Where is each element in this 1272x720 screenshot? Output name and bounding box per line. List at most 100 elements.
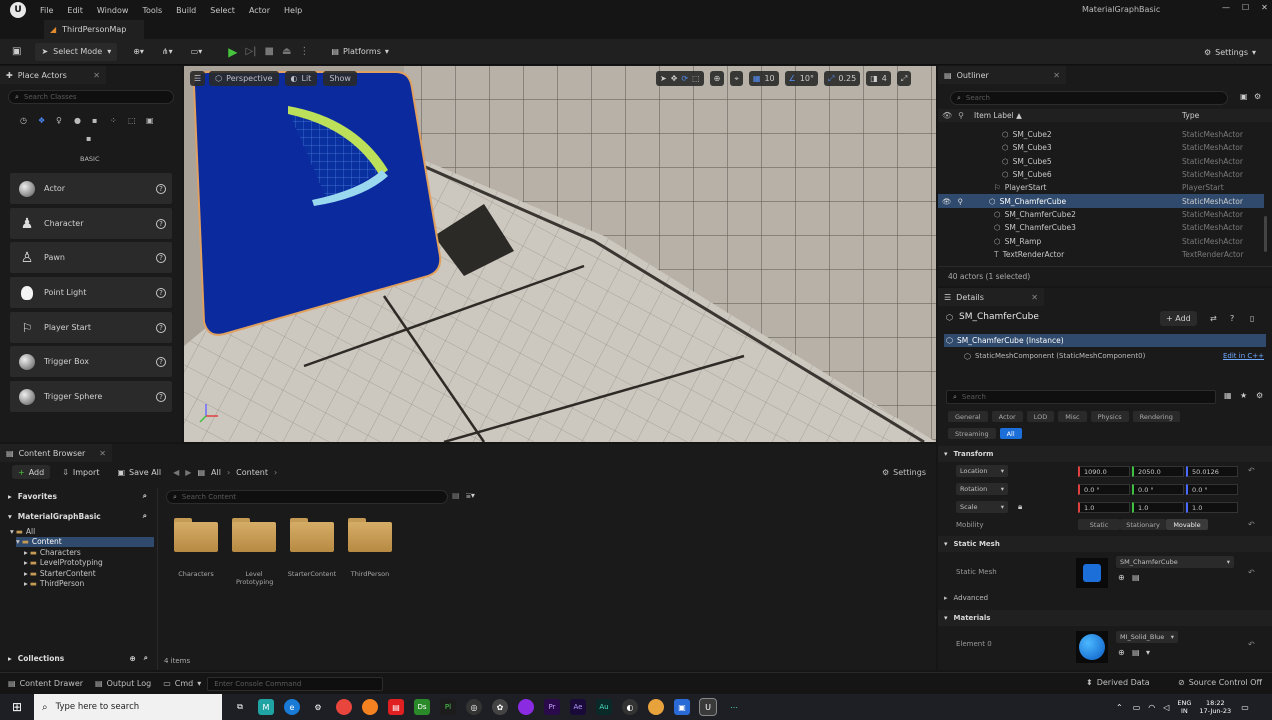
collections-header[interactable]: ▸ Collections ⊕ ⌕ — [0, 650, 158, 666]
maximize-viewport-button[interactable]: ⤢ — [896, 71, 912, 86]
scale-dropdown[interactable]: Scale ▾ — [956, 501, 1008, 513]
forward-icon[interactable]: ▶ — [185, 468, 191, 477]
transform-tools[interactable]: ➤ ✥ ⟳ ⬚ — [656, 71, 704, 86]
add-collection-icon[interactable]: ⊕ — [130, 654, 136, 663]
surface-snap-button[interactable]: ⌖ — [730, 71, 743, 86]
import-button[interactable]: ⇩ Import — [56, 465, 105, 479]
filter-all[interactable]: All — [999, 428, 1022, 439]
close-icon[interactable]: ✕ — [99, 449, 106, 458]
static-mesh-section[interactable]: ▾ Static Mesh — [938, 536, 1272, 552]
favorites-header[interactable]: ▸ Favorites ⌕ — [0, 488, 157, 504]
mobility-stationary[interactable]: Stationary — [1120, 519, 1166, 530]
audition-icon[interactable]: Au — [596, 699, 612, 715]
add-button[interactable]: + Add — [12, 465, 51, 479]
material-picker[interactable]: MI_Solid_Blue ▾ — [1116, 631, 1178, 643]
daz-studio-icon[interactable]: Ds — [414, 699, 430, 715]
lights-icon[interactable]: ♀ — [56, 116, 74, 125]
app-misc-icon[interactable]: ⋯ — [726, 699, 742, 715]
chevron-up-icon[interactable]: ⌃ — [1116, 703, 1123, 712]
outliner-row[interactable]: ⬡ SM_Cube3 StaticMeshActor — [938, 141, 1264, 154]
task-view-icon[interactable]: ⧉ — [232, 699, 248, 715]
trigger-sphere-item[interactable]: Trigger Sphere? — [10, 381, 172, 412]
outliner-row[interactable]: ⬡ SM_Ramp StaticMeshActor — [938, 234, 1264, 247]
play-icon[interactable]: ▶ — [228, 45, 237, 59]
add-component-button[interactable]: + Add — [1160, 311, 1197, 326]
scale-tool-icon[interactable]: ⬚ — [692, 74, 700, 83]
table-view-icon[interactable]: ▦ — [1224, 391, 1232, 400]
menu-item-actor[interactable]: Actor — [249, 6, 270, 15]
davinci-icon[interactable]: ✿ — [492, 699, 508, 715]
filter-rendering[interactable]: Rendering — [1132, 411, 1180, 422]
help-icon[interactable]: ? — [156, 287, 166, 298]
blueprint-button[interactable]: ⋔▾ — [156, 43, 179, 61]
pawn-item[interactable]: ♙ Pawn? — [10, 242, 172, 273]
content-settings-button[interactable]: ⚙ Settings — [882, 468, 926, 477]
filter-actor[interactable]: Actor — [991, 411, 1023, 422]
help-icon[interactable]: ? — [1230, 314, 1234, 323]
rotation-dropdown[interactable]: Rotation ▾ — [956, 483, 1008, 495]
notification-icon[interactable]: ▭ — [1241, 703, 1249, 712]
mobility-static[interactable]: Static — [1078, 519, 1120, 530]
windows-start-icon[interactable]: ⊞ — [12, 700, 30, 714]
cinematic-icon[interactable]: ▪ — [92, 116, 110, 125]
outliner-row[interactable]: ⬡ SM_ChamferCube3 StaticMeshActor — [938, 221, 1264, 234]
tree-item-startercontent[interactable]: ▸ ▬ StarterContent — [24, 568, 157, 579]
camera-speed-button[interactable]: ◨ 4 — [866, 71, 891, 86]
platforms-button[interactable]: ▤ Platforms ▾ — [325, 43, 394, 61]
static-mesh-picker[interactable]: SM_ChamferCube ▾ — [1116, 556, 1234, 568]
location-z-field[interactable]: 50.0126 — [1186, 466, 1238, 477]
folder-tile[interactable]: Level Prototyping — [224, 518, 284, 586]
browse-icon[interactable]: ⊕ — [1118, 573, 1125, 582]
all-classes-icon[interactable]: ▣ — [146, 116, 164, 125]
content-drawer-button[interactable]: ▤ Content Drawer — [8, 679, 83, 688]
unreal-logo-icon[interactable]: U — [10, 2, 26, 18]
outliner-row[interactable]: ⬡ SM_ChamferCube2 StaticMeshActor — [938, 208, 1264, 221]
filter-icon[interactable]: ⩸▾ — [466, 491, 475, 501]
app-m-icon[interactable]: M — [258, 699, 274, 715]
reset-icon[interactable]: ↶ — [1248, 568, 1255, 577]
filter-physics[interactable]: Physics — [1090, 411, 1129, 422]
folder-icon[interactable]: ▤ — [1132, 648, 1140, 657]
save-all-button[interactable]: ▣ Save All — [111, 465, 167, 479]
menu-item-select[interactable]: Select — [210, 6, 235, 15]
pdf-reader-icon[interactable]: ▤ — [388, 699, 404, 715]
more-options-icon[interactable]: ⋮ — [299, 46, 309, 57]
outliner-row-selected[interactable]: 👁 ⚲ ⬡ SM_ChamferCube StaticMeshActor — [938, 194, 1264, 208]
blueprint-icon[interactable]: ⇄ — [1210, 314, 1217, 323]
outliner-scrollbar[interactable] — [1264, 216, 1267, 252]
menu-item-help[interactable]: Help — [284, 6, 302, 15]
close-icon[interactable]: ✕ — [1053, 71, 1060, 80]
point-light-item[interactable]: Point Light? — [10, 277, 172, 308]
photos-icon[interactable]: ▣ — [674, 699, 690, 715]
gear-icon[interactable]: ⚙ — [1254, 92, 1261, 101]
console-command-input[interactable]: Enter Console Command — [207, 676, 384, 691]
location-y-field[interactable]: 2050.0 — [1132, 466, 1184, 477]
outliner-row[interactable]: ⬡ SM_Cube2 StaticMeshActor — [938, 128, 1264, 141]
firefox-dev-icon[interactable] — [518, 699, 534, 715]
menu-item-tools[interactable]: Tools — [142, 6, 162, 15]
folder-tile[interactable]: Characters — [166, 518, 226, 578]
folder-add-icon[interactable]: ▣ — [1240, 92, 1248, 101]
cinematics-button[interactable]: ▭▾ — [185, 43, 209, 61]
component-row[interactable]: ⬡ StaticMeshComponent (StaticMeshCompone… — [964, 350, 1264, 362]
map-tab[interactable]: ◢ ThirdPersonMap — [44, 20, 144, 39]
visual-effects-icon[interactable]: ⁘ — [110, 116, 128, 125]
help-icon[interactable]: ? — [156, 356, 166, 367]
menu-item-build[interactable]: Build — [176, 6, 196, 15]
cmd-dropdown[interactable]: ▭ Cmd ▾ — [163, 679, 201, 688]
place-actors-tab[interactable]: ✚ Place Actors ✕ — [0, 66, 106, 84]
content-browser-tab[interactable]: ▤ Content Browser ✕ — [0, 444, 112, 462]
visibility-icon[interactable]: 👁 — [942, 111, 952, 120]
reset-icon[interactable]: ↶ — [1248, 520, 1255, 529]
character-item[interactable]: ♟ Character? — [10, 208, 172, 239]
tree-item-levelprototyping[interactable]: ▸ ▬ LevelPrototyping — [24, 558, 157, 569]
chrome2-icon[interactable] — [648, 699, 664, 715]
extra-category-icon[interactable]: ▪ — [86, 134, 91, 143]
settings-button[interactable]: ⚙ Settings ▾ — [1198, 43, 1262, 61]
search-icon[interactable]: ⌕ — [143, 491, 147, 501]
help-icon[interactable]: ? — [156, 391, 166, 402]
trigger-box-item[interactable]: Trigger Box? — [10, 346, 172, 377]
actor-name[interactable]: SM_ChamferCube — [959, 312, 1039, 322]
location-x-field[interactable]: 1090.0 — [1078, 466, 1130, 477]
breadcrumb-all[interactable]: All — [211, 468, 221, 477]
